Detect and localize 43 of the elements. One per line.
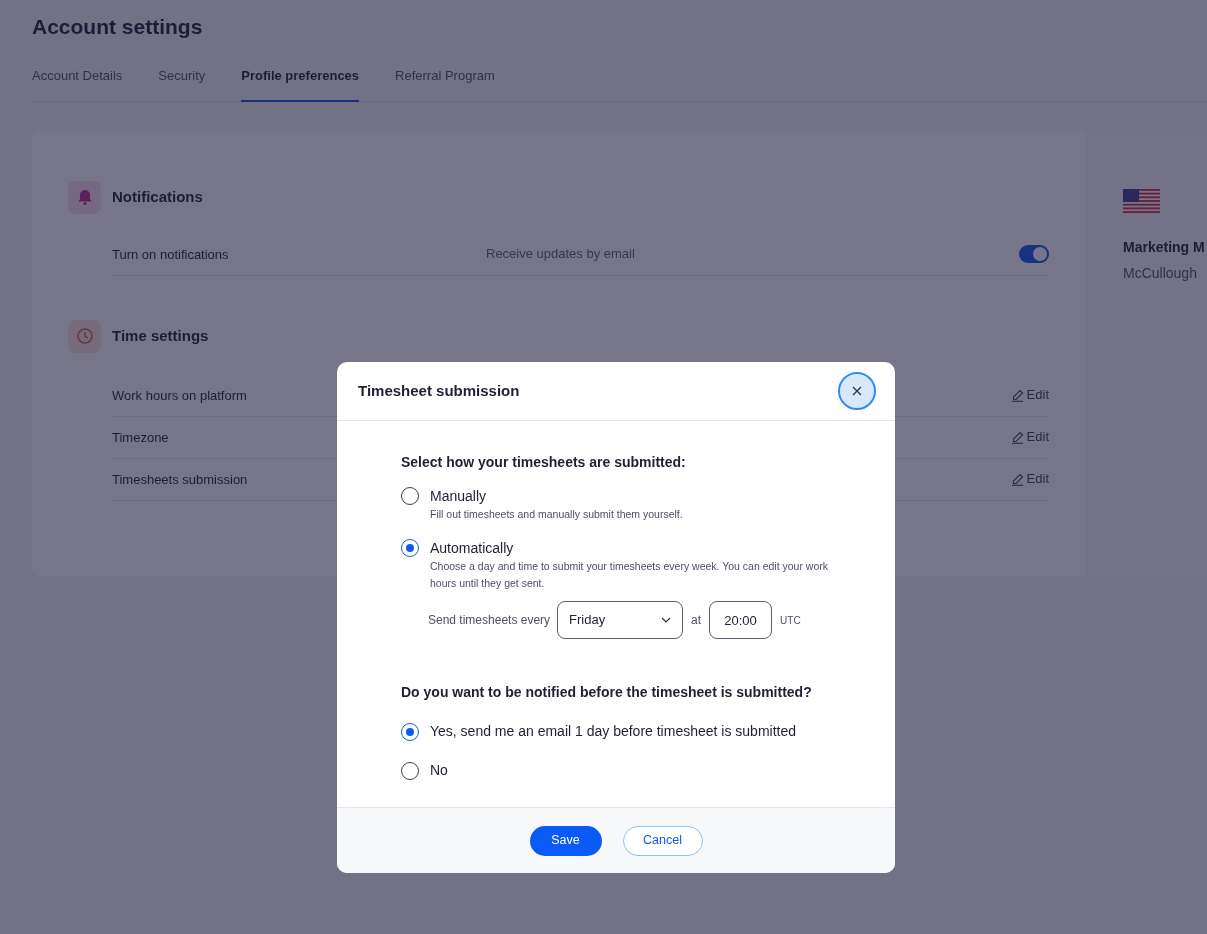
at-label: at bbox=[691, 612, 702, 629]
tab[interactable]: Referral Program bbox=[395, 60, 495, 102]
timezone-label: UTC bbox=[780, 613, 801, 628]
bell-icon bbox=[68, 180, 101, 214]
edit-button[interactable]: Edit bbox=[1010, 469, 1049, 489]
cancel-button[interactable]: Cancel bbox=[622, 825, 703, 856]
section-title: Time settings bbox=[112, 325, 209, 346]
company-name: McCullough bbox=[1123, 263, 1198, 283]
toggle-switch[interactable] bbox=[1019, 245, 1049, 263]
tab[interactable]: Security bbox=[158, 60, 206, 102]
clock-icon bbox=[68, 319, 101, 353]
tab[interactable]: Account Details bbox=[32, 60, 123, 102]
setting-label: Work hours on platform bbox=[112, 388, 247, 403]
option-label: No bbox=[430, 761, 448, 780]
option-label: Automatically bbox=[430, 539, 515, 557]
job-title: Marketing M bbox=[1123, 237, 1206, 257]
option-label: Yes, send me an email 1 day before timesheet is submitted bbox=[430, 722, 797, 741]
schedule-label: Send timesheets every bbox=[428, 612, 551, 629]
dialog-title: Timesheet submission bbox=[358, 380, 520, 401]
setting-description: Receive updates by email bbox=[486, 245, 636, 264]
setting-label: Timezone bbox=[112, 430, 169, 445]
option-label: Manually bbox=[430, 487, 488, 505]
question-text: Do you want to be notified before the timesheet is submitted? bbox=[401, 683, 813, 702]
setting-label: Timesheets submission bbox=[112, 472, 248, 487]
edit-button[interactable]: Edit bbox=[1010, 427, 1049, 447]
day-dropdown[interactable]: Friday bbox=[557, 601, 684, 639]
close-button[interactable] bbox=[838, 372, 876, 410]
time-field[interactable]: 20:00 bbox=[709, 601, 773, 639]
close-icon bbox=[852, 386, 862, 396]
save-button[interactable]: Save bbox=[529, 825, 602, 856]
tab[interactable]: Profile preferences bbox=[241, 60, 360, 102]
edit-button[interactable]: Edit bbox=[1010, 385, 1049, 405]
page-title: Account settings bbox=[32, 14, 204, 40]
option-description: Choose a day and time to submit your timesheets every week. You can edit your work hours until they get sent. bbox=[430, 559, 830, 591]
pencil-icon bbox=[1010, 430, 1024, 444]
pencil-icon bbox=[1010, 388, 1024, 402]
chevron-down-icon bbox=[661, 617, 672, 623]
pencil-icon bbox=[1010, 472, 1024, 486]
flag-icon bbox=[1123, 188, 1160, 213]
section-title: Notifications bbox=[112, 186, 203, 207]
option-description: Fill out timesheets and manually submit them yourself. bbox=[430, 507, 684, 522]
question-text: Select how your timesheets are submitted: bbox=[401, 453, 687, 472]
setting-label: Turn on notifications bbox=[112, 247, 229, 262]
